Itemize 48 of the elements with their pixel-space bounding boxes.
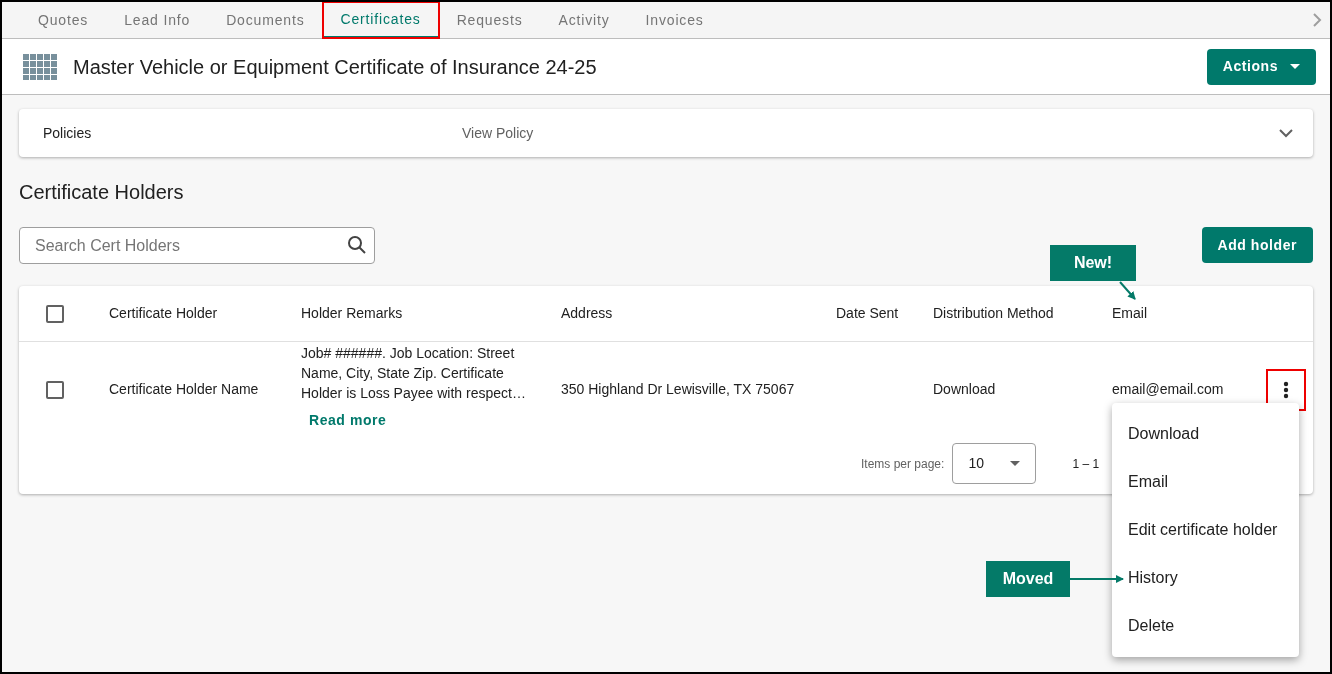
- section-title: Certificate Holders: [19, 180, 185, 205]
- tab[interactable]: Documents: [208, 2, 323, 38]
- tab[interactable]: Activity: [540, 2, 628, 38]
- menu-item[interactable]: Email: [1112, 458, 1299, 506]
- caret-icon: [1010, 461, 1021, 466]
- search-field[interactable]: Search Cert Holders: [19, 227, 375, 264]
- callout-arrow: [1118, 281, 1138, 301]
- page-title: Master Vehicle or Equipment Certificate of Insurance 24-25: [73, 54, 597, 80]
- callout-arrow: [1070, 574, 1124, 584]
- table-cell-text: 350 Highland Dr Lewisville, TX 75067: [561, 380, 796, 399]
- kebab-icon: [1283, 380, 1289, 399]
- tab[interactable]: Invoices: [627, 2, 722, 38]
- checkbox[interactable]: [46, 304, 64, 323]
- column-header: Date Sent: [836, 304, 900, 323]
- menu-item[interactable]: Edit certificate holder: [1112, 506, 1299, 554]
- column-header: Certificate Holder: [109, 304, 219, 323]
- tab[interactable]: Requests: [438, 2, 541, 38]
- column-header: Holder Remarks: [301, 304, 404, 323]
- menu-item[interactable]: Delete: [1112, 602, 1299, 650]
- tab[interactable]: Quotes: [20, 2, 107, 38]
- tab[interactable]: Lead Info: [106, 2, 209, 38]
- column-header: Distribution Method: [933, 304, 1055, 323]
- holder-remarks: Job# ######. Job Location: Street Name, City, State Zip. Certificate Holder is Loss Payee with respect…: [301, 344, 527, 403]
- actions-button[interactable]: Actions: [1206, 48, 1316, 85]
- table-cell-text: Download: [933, 380, 997, 399]
- grid-icon: [23, 53, 57, 80]
- menu-item[interactable]: History: [1112, 554, 1299, 602]
- page-size-select[interactable]: 10: [952, 443, 1037, 484]
- chevron-down-icon[interactable]: [1279, 128, 1293, 138]
- caret-icon: [1290, 64, 1300, 69]
- page-range: 1 – 1: [1072, 455, 1100, 473]
- search-icon[interactable]: [347, 235, 367, 255]
- read-more-link[interactable]: Read more: [309, 410, 561, 431]
- policies-panel[interactable]: Policies View Policy: [19, 109, 1313, 157]
- tab[interactable]: Certificates: [322, 2, 439, 38]
- table-cell-text: Certificate Holder Name: [109, 380, 260, 399]
- checkbox[interactable]: [46, 380, 64, 399]
- view-policy-link[interactable]: View Policy: [462, 122, 534, 144]
- callout-label: Moved: [986, 561, 1070, 597]
- table-cell-text: email@email.com: [1112, 380, 1225, 399]
- column-header: Address: [561, 304, 614, 323]
- more-options-button[interactable]: [1268, 370, 1304, 409]
- menu-item[interactable]: Download: [1112, 410, 1299, 458]
- items-per-page-label: Items per page:: [861, 455, 945, 473]
- policies-label: Policies: [43, 123, 93, 143]
- column-header: Email: [1112, 304, 1148, 323]
- add-holder-button[interactable]: Add holder: [1201, 227, 1313, 263]
- callout-label: New!: [1050, 245, 1136, 281]
